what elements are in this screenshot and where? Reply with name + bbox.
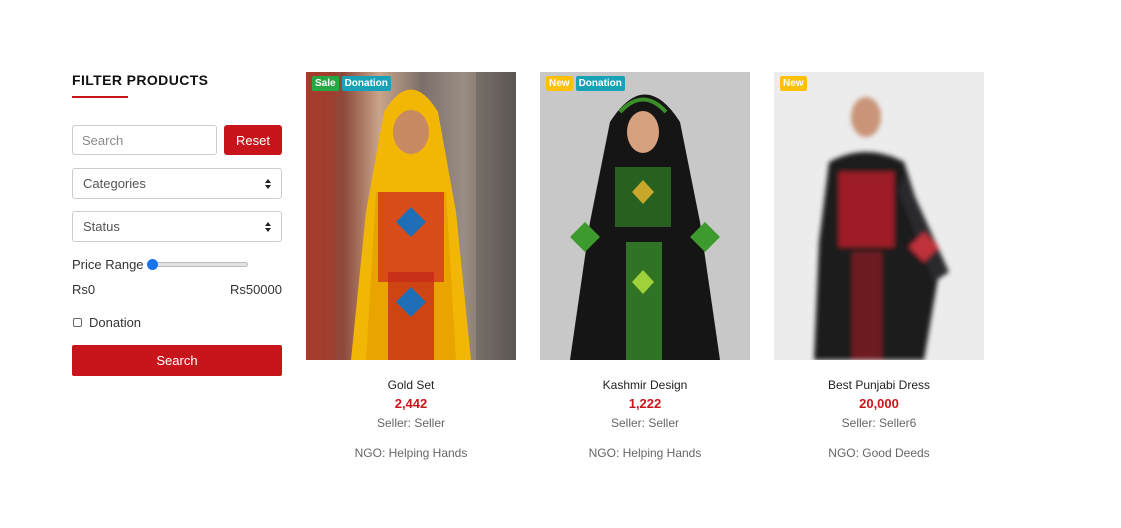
title-underline — [72, 96, 128, 98]
product-price: 2,442 — [394, 396, 428, 411]
search-button[interactable]: Search — [72, 345, 282, 376]
product-seller: Seller: Seller6 — [841, 416, 917, 430]
product-image[interactable]: Sale Donation — [306, 72, 516, 360]
status-select[interactable]: Status — [72, 211, 282, 242]
product-badges: New Donation — [546, 76, 625, 91]
donation-label: Donation — [89, 315, 142, 330]
product-price: 1,222 — [628, 396, 662, 411]
price-range-values: Rs0 Rs50000 — [72, 282, 282, 297]
product-badges: Sale Donation — [312, 76, 391, 91]
search-row: Reset — [72, 125, 282, 155]
categories-select-label: Categories — [83, 176, 146, 191]
product-photo — [306, 72, 516, 360]
product-seller: Seller: Seller — [610, 416, 680, 430]
product-badges: New — [780, 76, 807, 91]
select-arrows-icon — [265, 178, 272, 189]
new-badge: New — [546, 76, 573, 91]
product-name[interactable]: Gold Set — [306, 378, 516, 392]
price-min-value: Rs0 — [72, 282, 96, 297]
price-range-label: Price Range — [72, 256, 144, 272]
product-photo — [814, 97, 949, 360]
product-photo — [570, 94, 720, 360]
donation-badge: Donation — [575, 76, 625, 91]
price-range-row: Price Range — [72, 256, 282, 272]
product-card[interactable]: New Best Punjabi Dress 20,000 Seller: Se… — [774, 72, 984, 460]
categories-select[interactable]: Categories — [72, 168, 282, 199]
product-image[interactable]: New — [774, 72, 984, 360]
price-slider-thumb[interactable] — [146, 258, 158, 270]
price-max-value: Rs50000 — [229, 282, 282, 297]
status-select-label: Status — [83, 219, 120, 234]
product-ngo: NGO: Good Deeds — [828, 446, 930, 460]
product-ngo: NGO: Helping Hands — [354, 446, 468, 460]
product-seller: Seller: Seller — [376, 416, 446, 430]
new-badge: New — [780, 76, 807, 91]
product-name[interactable]: Kashmir Design — [540, 378, 750, 392]
search-input[interactable] — [72, 125, 217, 155]
filter-sidebar: FILTER PRODUCTS Reset Categories Status … — [72, 72, 282, 376]
select-arrows-icon — [265, 221, 272, 232]
donation-badge: Donation — [341, 76, 391, 91]
filter-title: FILTER PRODUCTS — [72, 72, 209, 88]
donation-checkbox[interactable] — [73, 318, 82, 327]
product-card[interactable]: Sale Donation Gold Set 2,442 Seller: Sel… — [306, 72, 516, 460]
product-ngo: NGO: Helping Hands — [588, 446, 702, 460]
product-card[interactable]: New Donation Kashmir Design 1,222 Seller… — [540, 72, 750, 460]
reset-button[interactable]: Reset — [224, 125, 282, 155]
product-image[interactable]: New Donation — [540, 72, 750, 360]
product-price: 20,000 — [859, 396, 899, 411]
donation-filter: Donation — [72, 315, 282, 330]
product-name[interactable]: Best Punjabi Dress — [774, 378, 984, 392]
price-range-slider[interactable] — [146, 258, 248, 270]
sale-badge: Sale — [312, 76, 339, 91]
